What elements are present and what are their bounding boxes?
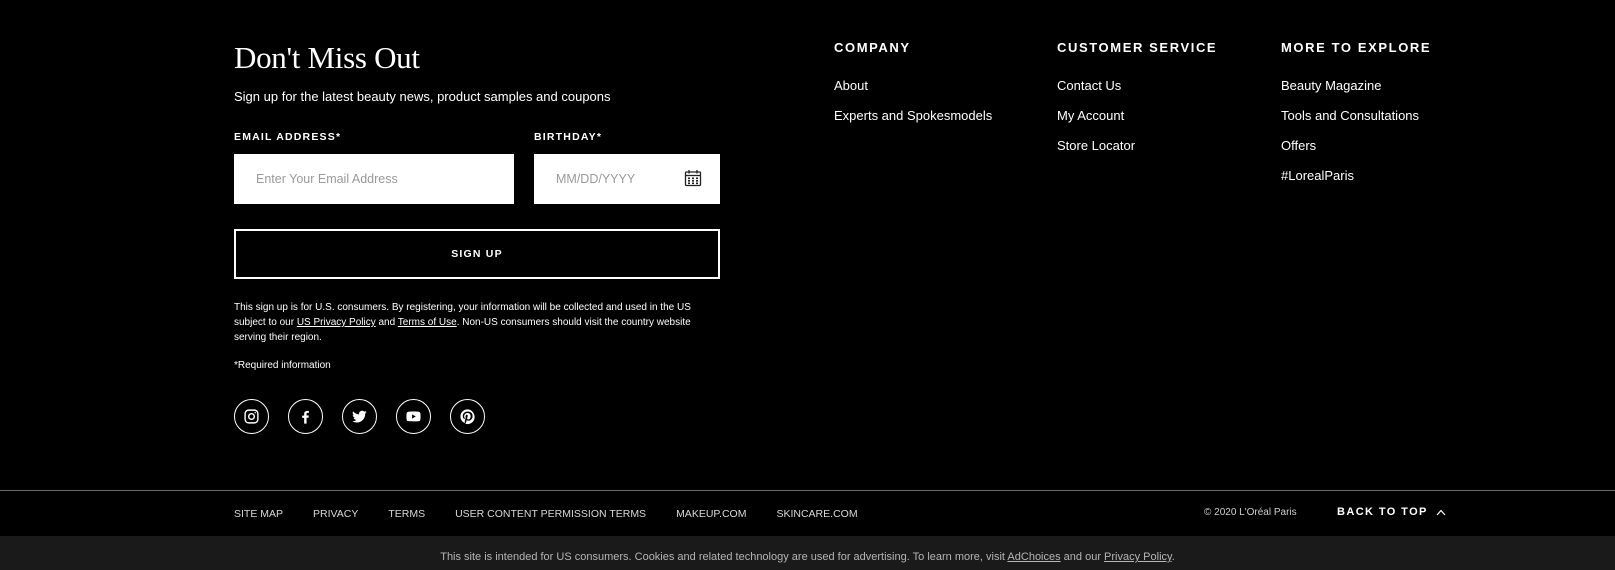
birthday-field-wrapper [534,154,720,204]
user-content-terms-link[interactable]: USER CONTENT PERMISSION TERMS [455,508,646,520]
back-to-top-button[interactable]: BACK TO TOP [1337,506,1446,518]
facebook-icon [302,410,309,424]
back-to-top-label: BACK TO TOP [1337,506,1428,518]
footer-link-tools[interactable]: Tools and Consultations [1281,108,1419,138]
chevron-up-icon [1436,509,1446,515]
signup-subtitle: Sign up for the latest beauty news, prod… [234,89,611,104]
footer-link-store-locator[interactable]: Store Locator [1057,138,1135,168]
email-label: EMAIL ADDRESS* [234,131,342,143]
twitter-icon [352,410,367,423]
legal-text: and [375,317,398,328]
social-links [234,399,485,434]
birthday-input[interactable] [556,172,666,186]
instagram-icon [244,409,259,424]
company-heading: COMPANY [834,40,911,55]
adchoices-link[interactable]: AdChoices [1007,551,1060,563]
more-to-explore-heading: MORE TO EXPLORE [1281,40,1432,55]
us-privacy-policy-link[interactable]: US Privacy Policy [297,317,376,328]
footer-link-contact-us[interactable]: Contact Us [1057,78,1135,108]
privacy-link[interactable]: PRIVACY [313,508,358,520]
footer-link-my-account[interactable]: My Account [1057,108,1135,138]
legal-disclaimer: This sign up is for U.S. consumers. By r… [234,300,720,345]
terms-link[interactable]: TERMS [388,508,425,520]
makeup-link[interactable]: MAKEUP.COM [676,508,746,520]
cookie-text: . [1171,551,1175,563]
youtube-icon [406,411,421,422]
customer-service-heading: CUSTOMER SERVICE [1057,40,1218,55]
footer-link-experts[interactable]: Experts and Spokesmodels [834,108,992,138]
footer-divider [0,490,1615,491]
instagram-link[interactable] [234,399,269,434]
facebook-link[interactable] [288,399,323,434]
footer-link-about[interactable]: About [834,78,992,108]
footer-link-offers[interactable]: Offers [1281,138,1419,168]
skincare-link[interactable]: SKINCARE.COM [776,508,857,520]
cookie-text: This site is intended for US consumers. … [440,551,1008,563]
sign-up-button[interactable]: SIGN UP [234,229,720,279]
required-note: *Required information [234,360,331,371]
email-input[interactable] [256,172,514,186]
site-map-link[interactable]: SITE MAP [234,508,283,520]
cookie-notice: This site is intended for US consumers. … [0,551,1615,563]
footer-link-beauty-magazine[interactable]: Beauty Magazine [1281,78,1419,108]
twitter-link[interactable] [342,399,377,434]
signup-title: Don't Miss Out [234,40,420,75]
terms-of-use-link[interactable]: Terms of Use [398,317,457,328]
footer-link-hashtag[interactable]: #LorealParis [1281,168,1419,198]
pinterest-link[interactable] [450,399,485,434]
copyright: © 2020 L'Oréal Paris [1204,507,1297,518]
birthday-label: BIRTHDAY* [534,131,603,143]
calendar-icon[interactable] [684,169,702,187]
cookie-text: and our [1060,551,1105,563]
pinterest-icon [460,409,475,425]
youtube-link[interactable] [396,399,431,434]
email-field-wrapper [234,154,514,204]
legal-links-bar: SITE MAP PRIVACY TERMS USER CONTENT PERM… [234,508,858,520]
privacy-policy-link[interactable]: Privacy Policy [1104,551,1172,563]
